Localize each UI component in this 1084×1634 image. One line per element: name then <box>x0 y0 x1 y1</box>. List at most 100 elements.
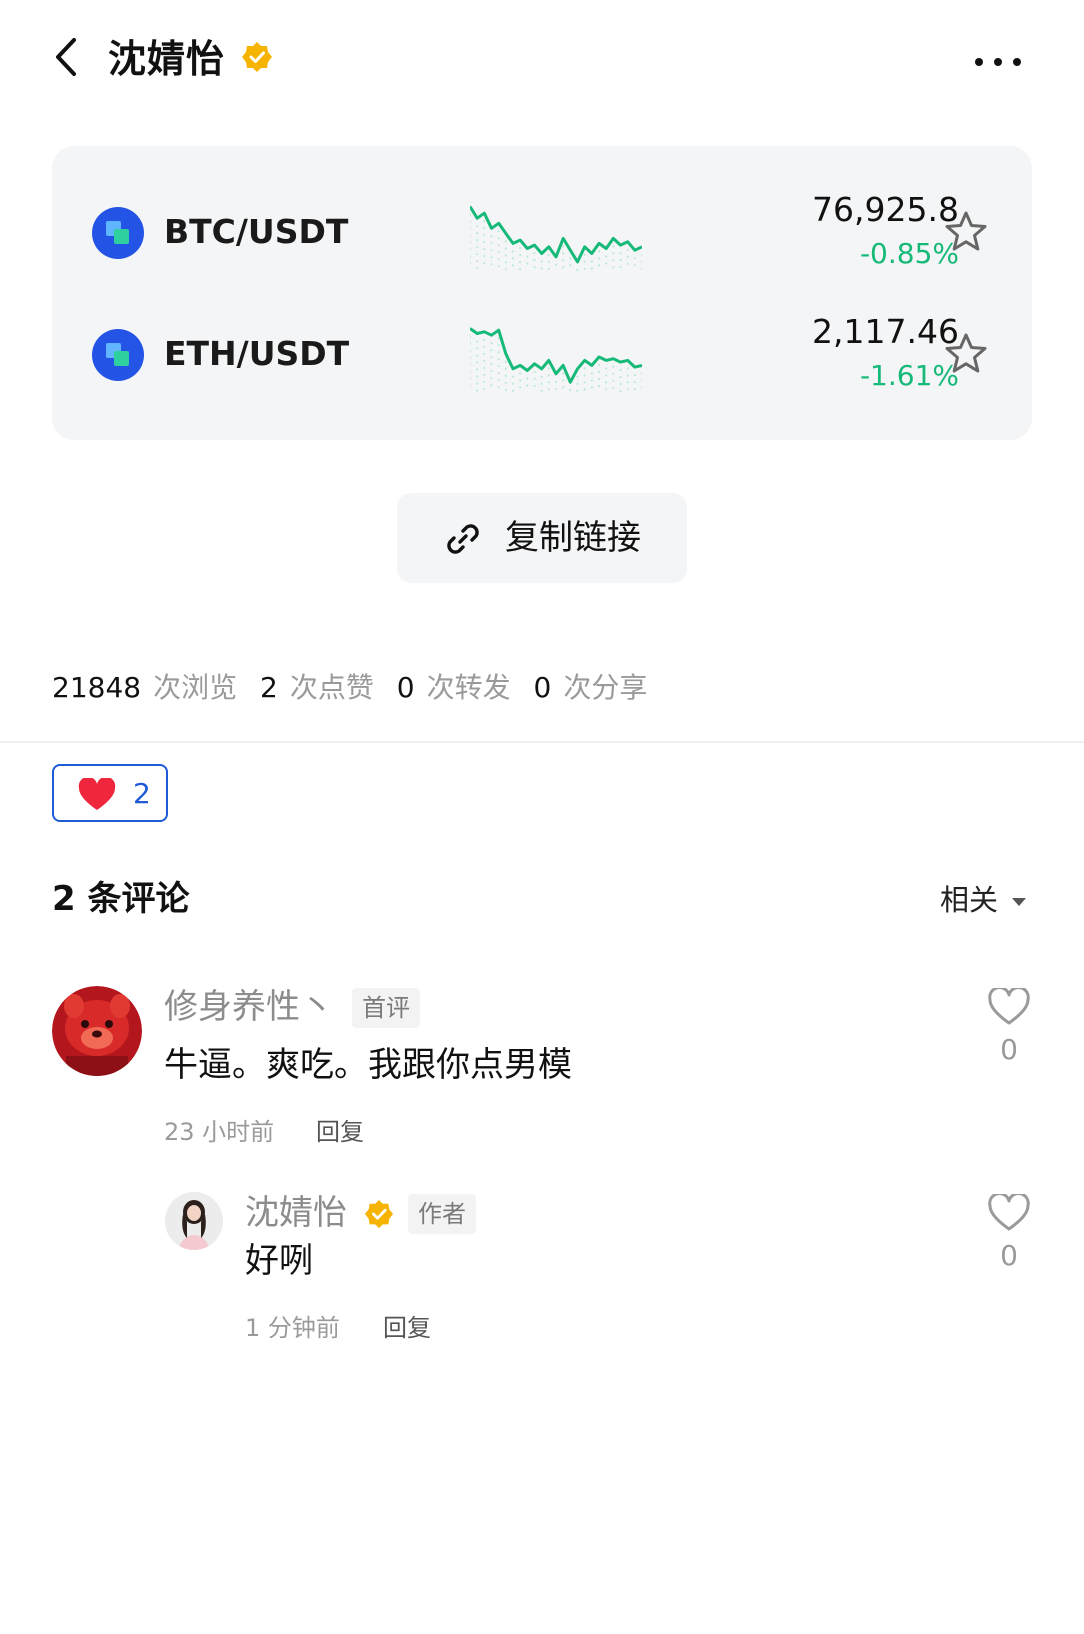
sparkline-fill-dot <box>470 262 472 265</box>
sparkline-line <box>470 327 642 384</box>
sparkline-fill-dot <box>490 242 493 245</box>
sparkline-fill-dot <box>483 345 486 348</box>
like-heart-icon[interactable] <box>988 985 1030 1026</box>
sparkline-fill-dot <box>476 246 479 249</box>
pair-name[interactable]: BTC/USDT <box>164 212 348 252</box>
market-card: BTC/USDT 76,925.8 -0.85% ETH/USDT 2,117.… <box>52 146 1032 440</box>
sparkline-fill-dot <box>576 268 579 271</box>
sparkline-fill-dot <box>504 381 507 384</box>
sparkline-fill-dot <box>490 349 493 352</box>
sparkline-fill-dot <box>490 377 493 380</box>
sparkline-fill-dot <box>483 234 486 237</box>
sparkline-fill-dot <box>519 254 522 257</box>
stat-value: 0 <box>533 671 552 704</box>
sparkline-fill-dot <box>619 383 622 386</box>
comment-timestamp: 1 分钟前 <box>245 1314 340 1342</box>
sparkline-fill-dot <box>533 384 536 387</box>
sparkline-fill-dot <box>490 249 493 252</box>
reaction-count: 2 <box>133 777 151 810</box>
sparkline-fill-dot <box>547 260 550 263</box>
sparkline-fill-dot <box>483 387 486 390</box>
sparkline-fill-dot <box>583 367 586 370</box>
caret-down-icon[interactable] <box>1012 898 1026 906</box>
sparkline-fill-dot <box>470 342 472 345</box>
sparkline-fill-dot <box>590 386 593 389</box>
reply-button[interactable]: 回复 <box>316 1114 364 1150</box>
sparkline-fill-dot <box>597 264 601 267</box>
sparkline-fill-dot <box>640 260 642 263</box>
sparkline-fill-dot <box>612 386 615 389</box>
stat-label: 次转发 <box>426 671 511 704</box>
sparkline-fill-dot <box>576 382 579 385</box>
sparkline-fill-dot <box>504 240 507 243</box>
sparkline-fill-dot <box>490 342 493 345</box>
sparkline-fill-dot <box>483 359 486 362</box>
sparkline-fill-dot <box>504 374 507 377</box>
sparkline-fill-dot <box>619 259 622 262</box>
page-title: 沈婧怡 <box>108 37 226 81</box>
sparkline-fill-dot <box>476 253 479 256</box>
sparkline-fill-dot <box>519 379 522 382</box>
sparkline-line <box>470 205 642 264</box>
sparkline-fill-dot <box>640 372 642 375</box>
sparkline-fill-dot <box>597 384 601 388</box>
sparkline-fill-dot <box>497 230 500 233</box>
comment-text: 牛逼。爽吃。我跟你点男模 <box>164 1045 572 1085</box>
sparkline-fill-dot <box>511 375 515 378</box>
sparkline-fill-dot <box>476 389 479 392</box>
sparkline-fill-dot <box>504 254 507 257</box>
stat-value: 0 <box>396 671 415 704</box>
sparkline-fill-dot <box>547 253 550 256</box>
sparkline-fill-dot <box>470 384 472 387</box>
sparkline-fill-dot <box>476 232 479 235</box>
more-icon[interactable] <box>975 58 1031 70</box>
avatar[interactable] <box>165 1192 223 1250</box>
sparkline-fill-dot <box>504 367 507 370</box>
back-button[interactable] <box>48 34 88 80</box>
avatar[interactable] <box>52 986 142 1076</box>
reaction-button[interactable]: 2 <box>52 764 168 822</box>
reply-button[interactable]: 回复 <box>383 1310 431 1346</box>
coin-icon <box>92 207 144 259</box>
comment-username[interactable]: 修身养性丶 <box>164 984 334 1030</box>
sparkline-fill-dot <box>547 367 550 370</box>
sparkline-fill-dot <box>497 251 500 254</box>
like-heart-icon[interactable] <box>988 1191 1030 1232</box>
sparkline-fill-dot <box>497 386 500 389</box>
favorite-star-icon[interactable] <box>942 208 990 256</box>
sparkline-fill-dot <box>476 260 479 263</box>
pair-price: 76,925.8 <box>812 190 959 229</box>
favorite-star-icon[interactable] <box>942 330 990 378</box>
sparkline-fill-dot <box>619 369 622 372</box>
sparkline-fill-dot <box>619 266 622 269</box>
pair-name[interactable]: ETH/USDT <box>164 334 349 374</box>
sparkline-fill-dot <box>490 370 493 373</box>
copy-link-button[interactable]: 复制链接 <box>397 493 687 583</box>
link-icon <box>447 524 479 554</box>
coin-icon <box>92 329 144 381</box>
like-count: 0 <box>1000 1033 1018 1066</box>
sparkline-fill-dot <box>547 374 550 377</box>
stat-value: 2 <box>260 671 278 704</box>
sparkline-fill-dot <box>497 244 500 247</box>
stat-label: 次浏览 <box>153 671 238 704</box>
sparkline-fill-dot <box>547 267 550 270</box>
comment-timestamp: 23 小时前 <box>164 1118 275 1146</box>
sparkline-fill-dot <box>497 237 500 240</box>
comment-username[interactable]: 沈婧怡 <box>245 1190 347 1236</box>
sparkline-fill-dot <box>626 388 629 391</box>
sparkline-fill-dot <box>562 372 565 375</box>
sparkline-fill-dot <box>633 374 636 377</box>
sparkline-fill-dot <box>476 340 479 343</box>
comments-title: 2 条评论 <box>52 879 190 919</box>
sparkline-fill-dot <box>490 256 493 259</box>
sparkline-fill-dot <box>640 253 642 256</box>
sparkline-fill-dot <box>483 366 486 369</box>
sparkline-fill-dot <box>605 374 608 377</box>
sparkline-fill-dot <box>504 360 507 363</box>
sparkline-fill-dot <box>626 262 629 265</box>
sparkline-fill-dot <box>476 368 479 371</box>
sort-dropdown[interactable]: 相关 <box>940 880 998 920</box>
sparkline-fill-dot <box>476 375 479 378</box>
pair-change: -0.85% <box>859 237 959 270</box>
